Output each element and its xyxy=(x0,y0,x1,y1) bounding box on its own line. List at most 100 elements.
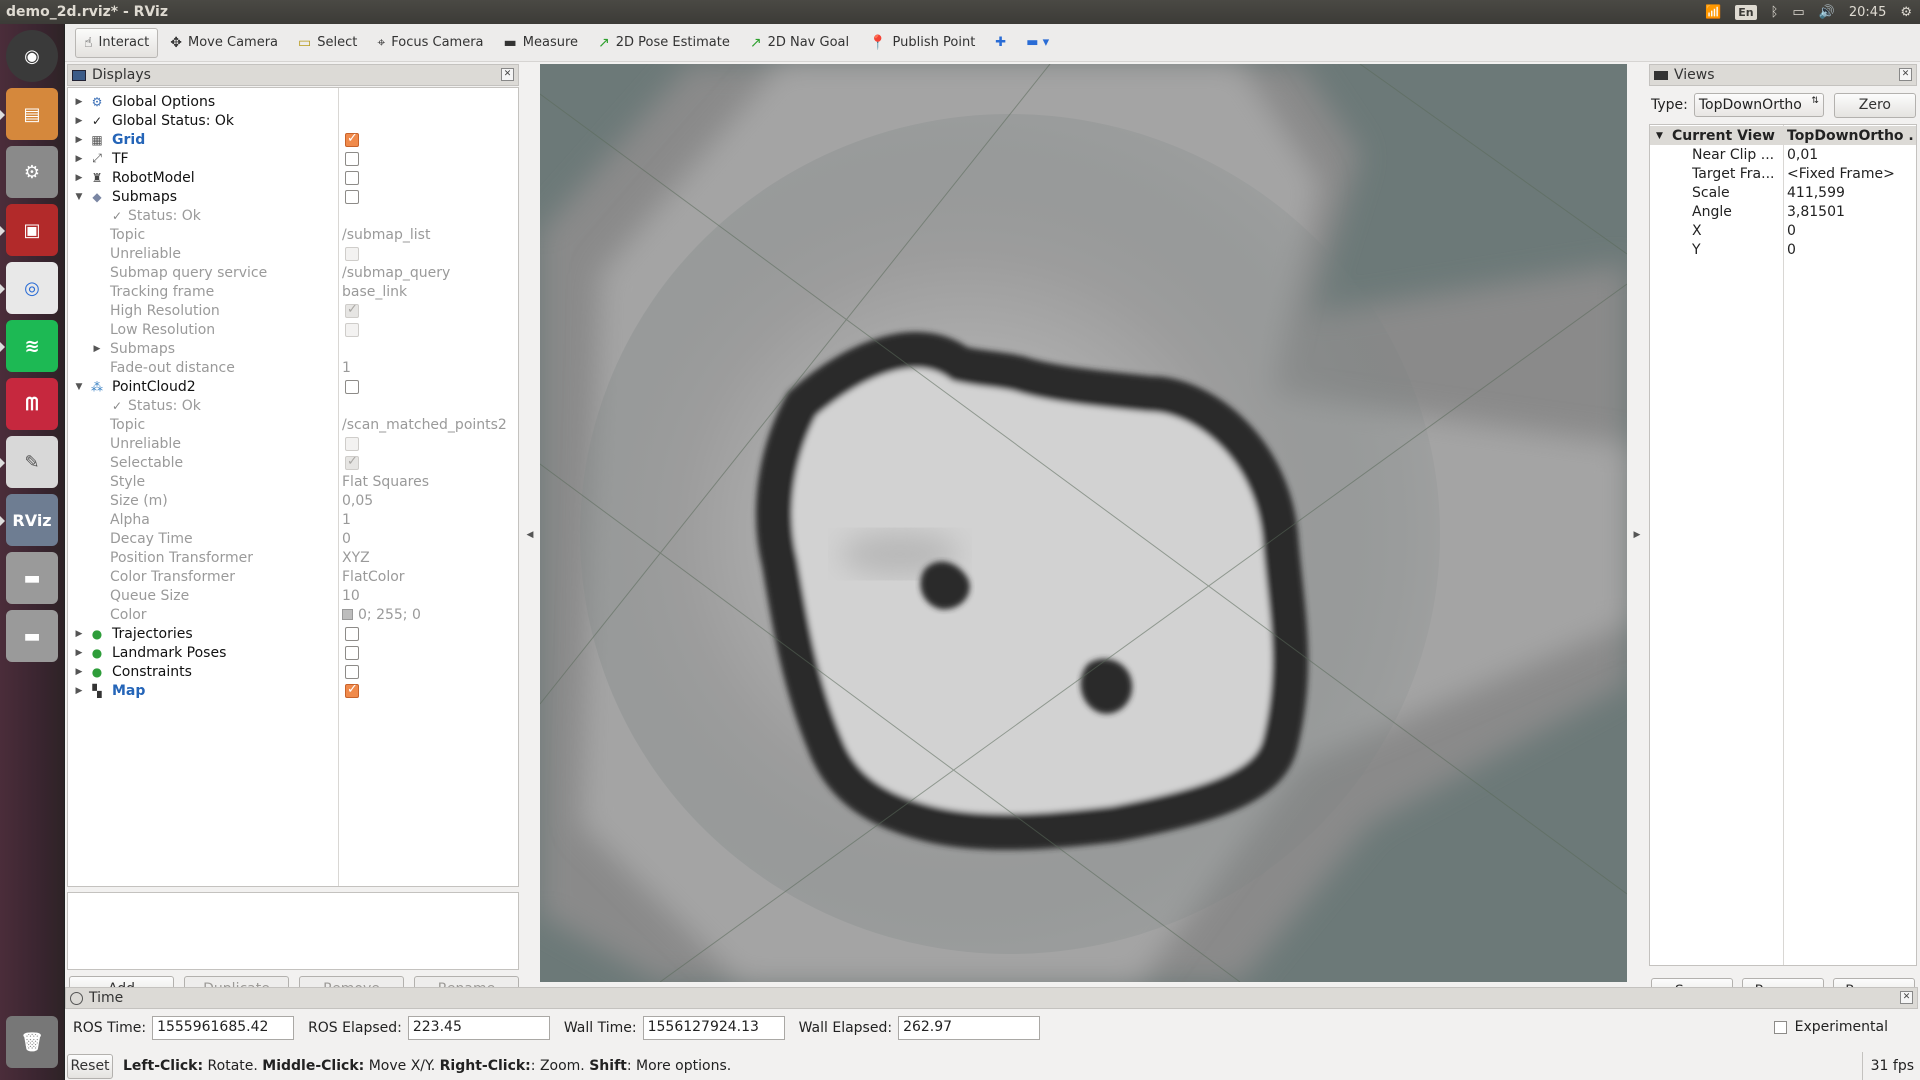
enable-checkbox[interactable] xyxy=(345,302,359,318)
display-row-grid[interactable]: ▶ ▦ Grid xyxy=(68,130,518,149)
chevron-right-icon[interactable]: ▶ xyxy=(74,686,84,696)
view-property-row[interactable]: Scale 411,599 xyxy=(1650,183,1916,202)
property-value[interactable]: 0,05 xyxy=(342,493,373,509)
view-property-value[interactable]: 0,01 xyxy=(1787,147,1915,163)
property-value[interactable]: 10 xyxy=(342,588,360,604)
property-value[interactable]: FlatColor xyxy=(342,569,405,585)
tool-publish-point[interactable]: 📍 Publish Point xyxy=(861,28,983,58)
property-value[interactable]: 1 xyxy=(342,360,351,376)
display-row-topic[interactable]: Topic/scan_matched_points2 xyxy=(68,415,518,434)
enable-checkbox[interactable] xyxy=(345,682,359,698)
property-value[interactable]: /submap_query xyxy=(342,265,450,281)
view-property-value[interactable]: 0 xyxy=(1787,242,1915,258)
drive-icon[interactable]: ▬ xyxy=(6,610,58,662)
tool-measure[interactable]: ▬ Measure xyxy=(496,28,586,58)
display-row-submaps[interactable]: ▶ Submaps xyxy=(68,339,518,358)
chevron-right-icon[interactable]: ▶ xyxy=(74,173,84,183)
gear-icon[interactable]: ⚙ xyxy=(1900,5,1912,20)
ros-elapsed-field[interactable]: 223.45 xyxy=(407,1016,550,1040)
view-property-row[interactable]: Angle 3,81501 xyxy=(1650,202,1916,221)
chevron-right-icon[interactable]: ▶ xyxy=(74,648,84,658)
tool-interact[interactable]: ☝ Interact xyxy=(75,27,159,58)
current-view-row[interactable]: ▼ Current View TopDownOrtho ... xyxy=(1650,126,1916,145)
property-value[interactable]: 0 xyxy=(342,531,351,547)
property-value[interactable]: /submap_list xyxy=(342,227,430,243)
enable-checkbox[interactable] xyxy=(345,379,359,394)
display-row-global-options[interactable]: ▶ ⚙ Global Options xyxy=(68,92,518,111)
wifi-icon[interactable]: 📶 xyxy=(1705,5,1721,20)
view-property-value[interactable]: 3,81501 xyxy=(1787,204,1915,220)
chevron-right-icon[interactable]: ▶ xyxy=(74,135,84,145)
rviz-icon[interactable]: RViz xyxy=(6,494,58,546)
zero-button[interactable]: Zero xyxy=(1833,92,1916,118)
experimental-checkbox[interactable] xyxy=(1773,1020,1787,1034)
display-row-position-transformer[interactable]: Position Transformer XYZ xyxy=(68,548,518,567)
render-viewport[interactable] xyxy=(540,64,1627,982)
chevron-right-icon[interactable]: ▶ xyxy=(92,344,102,354)
files-icon[interactable]: ▤ xyxy=(6,88,58,140)
tool-select[interactable]: ▭ Select xyxy=(290,28,365,58)
display-row-queue-size[interactable]: Queue Size 10 xyxy=(68,586,518,605)
display-row-size-m-[interactable]: Size (m) 0,05 xyxy=(68,491,518,510)
enable-checkbox[interactable] xyxy=(345,170,359,185)
display-row-submaps[interactable]: ▼ ◆ Submaps xyxy=(68,187,518,206)
wall-elapsed-field[interactable]: 262.97 xyxy=(898,1016,1041,1040)
view-property-row[interactable]: Near Clip ... 0,01 xyxy=(1650,145,1916,164)
mendeley-icon[interactable]: ᗰ xyxy=(6,378,58,430)
map-render[interactable] xyxy=(540,64,1627,982)
display-row-landmark-poses[interactable]: ▶ ● Landmark Poses xyxy=(68,643,518,662)
system-settings-icon[interactable]: ⚙ xyxy=(6,146,58,198)
display-row-trajectories[interactable]: ▶ ● Trajectories xyxy=(68,624,518,643)
display-row-selectable[interactable]: Selectable xyxy=(68,453,518,472)
display-row-low-resolution[interactable]: Low Resolution xyxy=(68,320,518,339)
display-row-unreliable[interactable]: Unreliable xyxy=(68,434,518,453)
property-value[interactable]: XYZ xyxy=(342,550,370,566)
remove-tool-menu-icon[interactable]: ▬ ▾ xyxy=(1018,28,1057,58)
display-row-unreliable[interactable]: Unreliable xyxy=(68,244,518,263)
view-property-value[interactable]: 411,599 xyxy=(1787,185,1915,201)
enable-checkbox[interactable] xyxy=(345,322,359,337)
enable-checkbox[interactable] xyxy=(345,436,359,451)
chevron-right-icon[interactable]: ▶ xyxy=(74,667,84,677)
enable-checkbox[interactable] xyxy=(345,246,359,261)
chevron-right-icon[interactable]: ▶ xyxy=(74,97,84,107)
display-row-alpha[interactable]: Alpha 1 xyxy=(68,510,518,529)
display-row-status-ok[interactable]: ✓ Status: Ok xyxy=(68,396,518,415)
battery-icon[interactable]: ▭ xyxy=(1792,5,1804,20)
view-property-value[interactable]: 0 xyxy=(1787,223,1915,239)
enable-checkbox[interactable] xyxy=(345,454,359,470)
display-row-global-status-ok[interactable]: ▶ ✓ Global Status: Ok xyxy=(68,111,518,130)
display-row-high-resolution[interactable]: High Resolution xyxy=(68,301,518,320)
property-value[interactable]: 1 xyxy=(342,512,351,528)
display-row-map[interactable]: ▶ ▚ Map xyxy=(68,681,518,700)
view-property-row[interactable]: Target Fra... <Fixed Frame> xyxy=(1650,164,1916,183)
enable-checkbox[interactable] xyxy=(345,626,359,641)
ubuntu-dash-icon[interactable]: ◉ xyxy=(6,30,58,82)
collapse-right-handle[interactable]: ▶ xyxy=(1632,64,1642,1006)
wall-time-field[interactable]: 1556127924.13 xyxy=(642,1016,785,1040)
chevron-right-icon[interactable]: ▶ xyxy=(74,116,84,126)
view-property-value[interactable]: <Fixed Frame> xyxy=(1787,166,1915,182)
keyboard-language[interactable]: En xyxy=(1735,4,1757,20)
ros-time-field[interactable]: 1555961685.42 xyxy=(152,1016,295,1040)
displays-tree[interactable]: ▶ ⚙ Global Options ▶ ✓ Global Status: Ok ▶ ▦ Gri… xyxy=(67,87,519,887)
tool-2d-pose-estimate[interactable]: ↗ 2D Pose Estimate xyxy=(590,28,738,58)
chevron-down-icon[interactable]: ▼ xyxy=(74,192,84,202)
display-row-color[interactable]: Color 0; 255; 0 xyxy=(68,605,518,624)
property-value[interactable]: Flat Squares xyxy=(342,474,429,490)
enable-checkbox[interactable] xyxy=(345,131,359,147)
chevron-down-icon[interactable]: ▼ xyxy=(74,382,84,392)
property-value[interactable]: base_link xyxy=(342,284,407,300)
display-row-pointcloud2[interactable]: ▼ ⁂ PointCloud2 xyxy=(68,377,518,396)
view-type-select[interactable]: TopDownOrtho ⇅ xyxy=(1693,93,1824,117)
display-row-tf[interactable]: ▶ ⤢ TF xyxy=(68,149,518,168)
close-icon[interactable]: ✕ xyxy=(1899,68,1912,81)
display-row-tracking-frame[interactable]: Tracking frame base_link xyxy=(68,282,518,301)
property-value[interactable]: /scan_matched_points2 xyxy=(342,417,507,433)
display-row-submap-query-service[interactable]: Submap query service/submap_query xyxy=(68,263,518,282)
property-value[interactable]: 0; 255; 0 xyxy=(342,607,421,623)
display-row-style[interactable]: Style Flat Squares xyxy=(68,472,518,491)
enable-checkbox[interactable] xyxy=(345,189,359,204)
view-property-row[interactable]: Y0 xyxy=(1650,240,1916,259)
terminal-icon[interactable]: ▣ xyxy=(6,204,58,256)
